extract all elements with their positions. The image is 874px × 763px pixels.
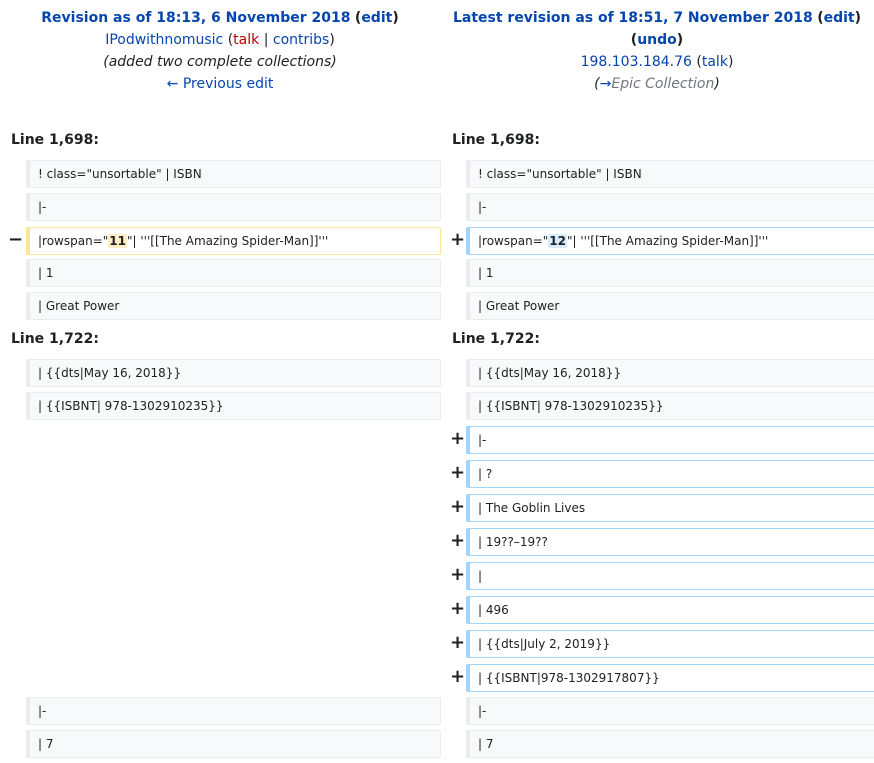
right-edit-link[interactable]: edit (824, 10, 855, 26)
line-number-left-2: Line 1,722: (11, 331, 99, 347)
line-number-right-2: Line 1,722: (452, 331, 540, 347)
context-line-right: ! class="unsortable" | ISBN (466, 160, 874, 188)
left-edit-link[interactable]: edit (361, 10, 392, 26)
context-line-left: | {{dts|May 16, 2018}} (26, 359, 441, 387)
deleted-line: |rowspan="11"| '''[[The Amazing Spider-M… (26, 227, 441, 255)
deleted-line-marker: − (8, 229, 24, 250)
context-line-left: |- (26, 193, 441, 221)
deleted-word: 11 (108, 234, 127, 248)
context-line-right: | {{dts|May 16, 2018}} (466, 359, 874, 387)
added-word: 12 (548, 234, 567, 248)
context-line-left: | {{ISBNT| 978-1302910235}} (26, 392, 441, 420)
left-revision-header: Revision as of 18:13, 6 November 2018 (e… (0, 7, 440, 95)
context-line-right: | 7 (466, 730, 874, 758)
left-edit-summary: (added two complete collections) (103, 54, 337, 70)
added-line: | (466, 562, 874, 590)
added-line: | 496 (466, 596, 874, 624)
added-line-marker: + (450, 496, 466, 517)
right-talk-link[interactable]: talk (702, 54, 728, 70)
context-line-left: ! class="unsortable" | ISBN (26, 160, 441, 188)
diff-header: Revision as of 18:13, 6 November 2018 (e… (0, 0, 874, 110)
previous-edit-link[interactable]: ← Previous edit (167, 76, 274, 92)
left-user-link[interactable]: IPodwithnomusic (105, 32, 223, 48)
left-talk-link[interactable]: talk (233, 32, 259, 48)
added-line: | The Goblin Lives (466, 494, 874, 522)
added-line-marker: + (450, 229, 466, 250)
left-contribs-link[interactable]: contribs (273, 32, 329, 48)
section-arrow-link[interactable]: → (600, 76, 612, 92)
added-line-marker: + (450, 598, 466, 619)
added-line: |- (466, 426, 874, 454)
added-line-marker: + (450, 428, 466, 449)
right-revision-title-link[interactable]: Latest revision as of 18:51, 7 November … (453, 10, 813, 26)
context-line-right: | {{ISBNT| 978-1302910235}} (466, 392, 874, 420)
context-line-right: | 1 (466, 259, 874, 287)
line-number-right-1: Line 1,698: (452, 132, 540, 148)
context-line-right: | Great Power (466, 292, 874, 320)
added-line: | ? (466, 460, 874, 488)
added-line: | {{ISBNT|978-1302917807}} (466, 664, 874, 692)
right-edit-summary-section: Epic Collection (611, 76, 715, 92)
added-line-marker: + (450, 564, 466, 585)
undo-link[interactable]: undo (637, 32, 677, 48)
line-number-left-1: Line 1,698: (11, 132, 99, 148)
context-line-left: | Great Power (26, 292, 441, 320)
context-line-right: |- (466, 193, 874, 221)
added-line: | {{dts|July 2, 2019}} (466, 630, 874, 658)
right-user-link[interactable]: 198.103.184.76 (581, 54, 692, 70)
added-line: |rowspan="12"| '''[[The Amazing Spider-M… (466, 227, 874, 255)
added-line-marker: + (450, 666, 466, 687)
added-line-marker: + (450, 462, 466, 483)
context-line-left: | 1 (26, 259, 441, 287)
added-line-marker: + (450, 530, 466, 551)
context-line-left: |- (26, 697, 441, 725)
right-revision-header: Latest revision as of 18:51, 7 November … (452, 10, 862, 92)
context-line-left: | 7 (26, 730, 441, 758)
context-line-right: |- (466, 697, 874, 725)
added-line: | 19??–19?? (466, 528, 874, 556)
added-line-marker: + (450, 632, 466, 653)
left-revision-title-link[interactable]: Revision as of 18:13, 6 November 2018 (41, 10, 350, 26)
